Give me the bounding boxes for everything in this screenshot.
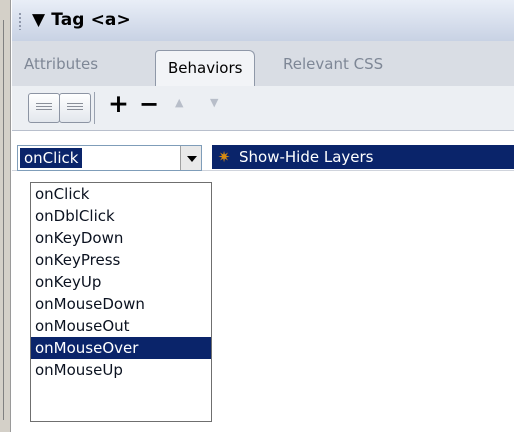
event-option-ondblclick[interactable]: onDblClick bbox=[31, 205, 211, 227]
behavior-action-label: Show-Hide Layers bbox=[239, 148, 374, 166]
event-option-onclick[interactable]: onClick bbox=[31, 183, 211, 205]
show-set-events-button[interactable] bbox=[28, 93, 60, 123]
behavior-row-selected[interactable]: ✷ Show-Hide Layers bbox=[212, 145, 514, 169]
event-select-value: onClick bbox=[20, 148, 83, 168]
behavior-gear-icon: ✷ bbox=[217, 148, 231, 166]
event-select[interactable]: onClick bbox=[17, 145, 202, 171]
left-frame bbox=[0, 0, 11, 432]
behaviors-toolbar: + − ▲ ▼ bbox=[12, 86, 514, 131]
event-option-onmousedown[interactable]: onMouseDown bbox=[31, 293, 211, 315]
move-up-button[interactable]: ▲ bbox=[175, 96, 183, 109]
tab-attributes[interactable]: Attributes bbox=[24, 55, 98, 73]
event-option-onkeyup[interactable]: onKeyUp bbox=[31, 271, 211, 293]
expand-arrow-icon[interactable]: ▼ bbox=[32, 10, 45, 30]
event-option-onkeydown[interactable]: onKeyDown bbox=[31, 227, 211, 249]
add-behavior-button[interactable]: + bbox=[108, 89, 129, 118]
show-all-events-button[interactable] bbox=[59, 93, 91, 123]
tab-relevant-css[interactable]: Relevant CSS bbox=[283, 55, 383, 73]
grip-icon[interactable] bbox=[18, 12, 22, 30]
chevron-down-icon[interactable] bbox=[180, 146, 201, 170]
panel-title-text: Tag <a> bbox=[51, 10, 131, 30]
panel-header[interactable]: ▼ Tag <a> bbox=[12, 0, 514, 42]
event-option-onmouseover[interactable]: onMouseOver bbox=[31, 337, 211, 359]
event-option-onkeypress[interactable]: onKeyPress bbox=[31, 249, 211, 271]
grid-lines-icon bbox=[36, 103, 52, 111]
event-option-onmouseup[interactable]: onMouseUp bbox=[31, 359, 211, 381]
move-down-button[interactable]: ▼ bbox=[210, 96, 218, 109]
list-lines-icon bbox=[67, 103, 83, 111]
panel-title: ▼ Tag <a> bbox=[32, 10, 131, 30]
tab-behaviors[interactable]: Behaviors bbox=[155, 50, 256, 87]
event-options-list[interactable]: onClick onDblClick onKeyDown onKeyPress … bbox=[30, 182, 212, 422]
toolbar-separator bbox=[94, 92, 95, 124]
remove-behavior-button[interactable]: − bbox=[139, 90, 159, 118]
tab-bar: Attributes Behaviors Relevant CSS bbox=[12, 41, 514, 87]
event-option-onmouseout[interactable]: onMouseOut bbox=[31, 315, 211, 337]
